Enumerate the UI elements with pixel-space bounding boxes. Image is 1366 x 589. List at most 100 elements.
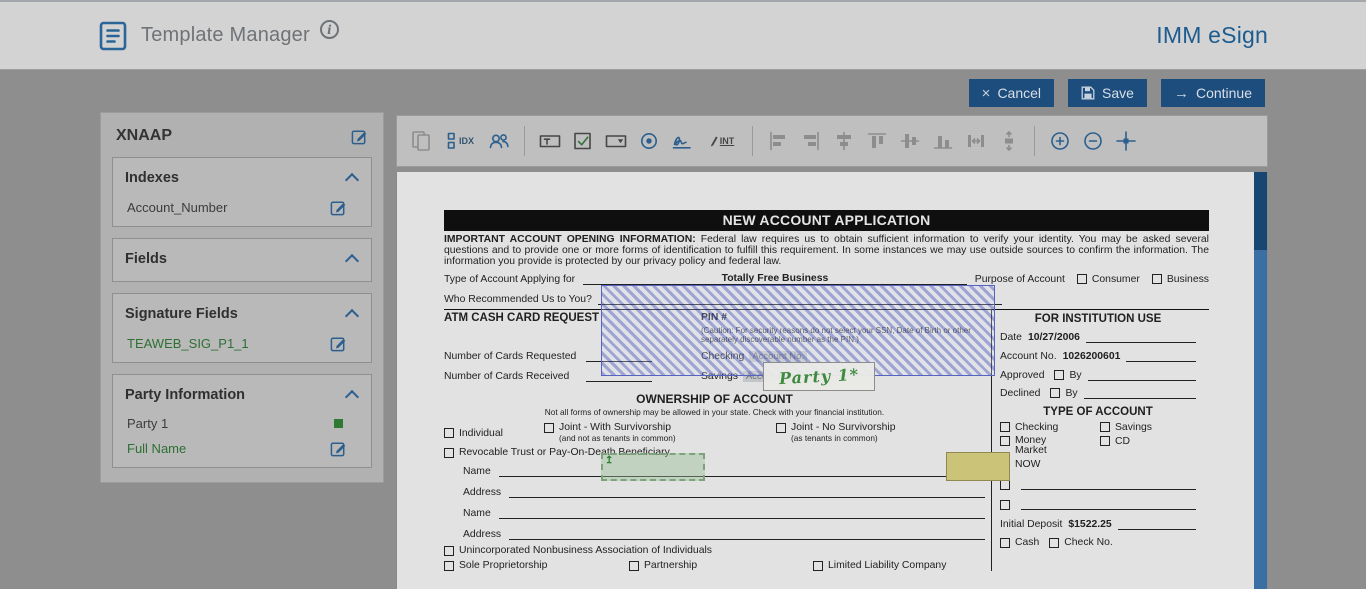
indexes-label: Indexes <box>125 170 179 186</box>
text-field-icon[interactable] <box>536 127 564 155</box>
unincorporated-row: Unincorporated Nonbusiness Association o… <box>444 545 985 556</box>
cancel-button[interactable]: × Cancel <box>968 79 1055 107</box>
radio-field-icon[interactable] <box>635 127 663 155</box>
edit-party-field-icon[interactable] <box>330 440 347 457</box>
account-number-value: 1026200601 <box>1062 351 1121 362</box>
align-middle-icon[interactable] <box>896 127 924 155</box>
purpose-label: Purpose of Account <box>974 273 1065 285</box>
option-cash: Cash <box>1000 537 1039 548</box>
type-of-account-options: Checking Savings Money Market CD NOW <box>1000 422 1196 470</box>
purpose-business-option: Business <box>1151 274 1209 285</box>
signature-fields-label: Signature Fields <box>125 306 238 322</box>
editor-toolbar: IDX INT <box>396 115 1268 167</box>
align-bottom-icon[interactable] <box>929 127 957 155</box>
write-in-line <box>498 465 985 478</box>
distribute-horizontal-icon[interactable] <box>962 127 990 155</box>
index-item-account-number[interactable]: Account_Number <box>125 199 359 216</box>
align-top-icon[interactable] <box>863 127 891 155</box>
form-intro: IMPORTANT ACCOUNT OPENING INFORMATION: F… <box>444 234 1209 267</box>
signature-field-item[interactable]: TEAWEB_SIG_P1_1 <box>125 335 359 352</box>
fields-label: Fields <box>125 251 167 267</box>
edit-signature-field-icon[interactable] <box>330 335 347 352</box>
checkbox <box>1100 422 1110 432</box>
beneficiary-name-row: Name <box>444 465 985 478</box>
signature-field-party1[interactable]: Party 1* <box>763 362 875 391</box>
checkbox <box>1054 370 1065 380</box>
party-information-section-header[interactable]: Party Information <box>125 383 360 407</box>
signature-field-icon[interactable] <box>668 127 696 155</box>
indexes-section-header[interactable]: Indexes <box>125 166 360 190</box>
chevron-up-icon[interactable] <box>344 389 360 405</box>
date-value: 10/27/2006 <box>1027 332 1080 343</box>
document-viewport[interactable]: NEW ACCOUNT APPLICATION IMPORTANT ACCOUN… <box>396 172 1268 589</box>
ownership-joint-with: Joint - With Survivorship (and not as te… <box>544 422 776 444</box>
page-title: Template Manager <box>141 24 310 46</box>
checkbox <box>1000 500 1010 510</box>
checkbox <box>1151 274 1162 284</box>
chevron-up-icon[interactable] <box>344 172 360 188</box>
center-crosshair-icon[interactable] <box>1112 127 1140 155</box>
checkbox <box>444 545 454 556</box>
indexes-section: Indexes Account_Number <box>112 157 372 227</box>
ownership-subtitle: Not all forms of ownership may be allowe… <box>544 407 885 418</box>
ownership-title: OWNERSHIP OF ACCOUNT <box>636 392 793 407</box>
info-icon[interactable]: i <box>319 20 339 39</box>
checkbox <box>544 422 554 433</box>
option-now: NOW <box>1000 459 1100 470</box>
checkbox <box>1076 274 1087 284</box>
fields-section-header[interactable]: Fields <box>125 247 360 271</box>
type-of-account-title: TYPE OF ACCOUNT <box>1043 406 1153 418</box>
write-in-line <box>509 486 985 499</box>
field-placeholder-yellow[interactable] <box>946 452 1010 481</box>
pages-icon[interactable] <box>407 127 435 155</box>
initials-field-icon[interactable]: INT <box>701 127 741 155</box>
field-placeholder-green[interactable]: ↥ <box>601 453 705 481</box>
checkbox <box>813 560 823 571</box>
zoom-out-icon[interactable] <box>1079 127 1107 155</box>
continue-button[interactable]: → Continue <box>1160 79 1265 107</box>
parties-icon[interactable] <box>485 127 513 155</box>
checkbox-field-icon[interactable] <box>569 127 597 155</box>
template-sidebar: XNAAP Indexes Account_Number Fields Sign… <box>100 112 384 483</box>
edit-template-icon[interactable] <box>351 128 368 145</box>
save-button[interactable]: Save <box>1068 79 1147 107</box>
document-scrollbar[interactable] <box>1254 172 1267 589</box>
dropdown-field-icon[interactable] <box>602 127 630 155</box>
option-checking: Checking <box>1000 422 1100 433</box>
institution-title: FOR INSTITUTION USE <box>1034 313 1162 325</box>
write-in-line <box>1126 350 1196 362</box>
template-manager-screen: Template Manager i IMM eSign × Cancel Sa… <box>0 0 1366 589</box>
option-money-market: Money Market <box>1000 435 1100 456</box>
checkbox <box>1049 537 1060 548</box>
resize-vertical-icon[interactable] <box>995 127 1023 155</box>
checkbox <box>776 422 786 433</box>
action-bar: × Cancel Save → Continue <box>968 79 1265 107</box>
party-color-swatch <box>334 419 343 428</box>
checkbox <box>1000 480 1010 490</box>
int-label: INT <box>719 136 735 146</box>
align-right-icon[interactable] <box>797 127 825 155</box>
option-cd: CD <box>1100 436 1196 456</box>
write-in-line <box>1021 498 1196 510</box>
party-item[interactable]: Party 1 <box>125 416 359 431</box>
save-icon <box>1081 86 1095 100</box>
zoom-in-icon[interactable] <box>1046 127 1074 155</box>
signature-field-label: Party 1* <box>778 364 860 389</box>
chevron-up-icon[interactable] <box>344 308 360 324</box>
edit-index-icon[interactable] <box>330 199 347 216</box>
align-left-icon[interactable] <box>764 127 792 155</box>
blank-option-row-2 <box>1000 498 1196 510</box>
beneficiary-name-row-2: Name <box>444 507 985 520</box>
template-manager-icon <box>99 21 127 50</box>
checkbox <box>444 447 454 458</box>
scrollbar-thumb[interactable] <box>1254 172 1267 250</box>
align-center-icon[interactable] <box>830 127 858 155</box>
party-field-full-name[interactable]: Full Name <box>125 440 359 457</box>
template-name-row: XNAAP <box>112 125 372 155</box>
signature-fields-section-header[interactable]: Signature Fields <box>125 302 360 326</box>
save-label: Save <box>1102 85 1134 101</box>
revocable-trust-row: Revocable Trust or Pay-On-Death Benefici… <box>444 447 985 458</box>
chevron-up-icon[interactable] <box>344 253 360 269</box>
idx-fields-icon[interactable]: IDX <box>440 127 480 155</box>
continue-label: Continue <box>1195 85 1252 101</box>
